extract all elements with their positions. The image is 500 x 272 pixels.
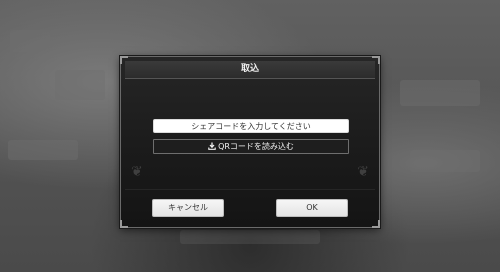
- import-dialog: ❦ ❦ 取込 QRコードを読み込む キャンセル OK: [120, 56, 380, 228]
- scroll-ornament-icon: ❦: [357, 164, 369, 180]
- download-icon: [208, 142, 216, 150]
- background-shape: [400, 80, 480, 106]
- background-shape: [8, 140, 78, 160]
- ok-button[interactable]: OK: [276, 199, 348, 217]
- share-code-input[interactable]: [153, 119, 349, 133]
- scroll-ornament-icon: ❦: [131, 164, 143, 180]
- dialog-title: 取込: [240, 64, 259, 74]
- background-shape: [55, 70, 105, 100]
- read-qr-code-button[interactable]: QRコードを読み込む: [153, 139, 349, 154]
- read-qr-code-label: QRコードを読み込む: [218, 142, 294, 151]
- background-shape: [10, 30, 50, 52]
- corner-ornament: [120, 220, 128, 228]
- divider: [125, 189, 375, 190]
- dialog-title-bar: 取込: [125, 61, 375, 79]
- cancel-button[interactable]: キャンセル: [152, 199, 224, 217]
- corner-ornament: [372, 220, 380, 228]
- background-shape: [180, 230, 320, 244]
- background-shape: [410, 150, 480, 172]
